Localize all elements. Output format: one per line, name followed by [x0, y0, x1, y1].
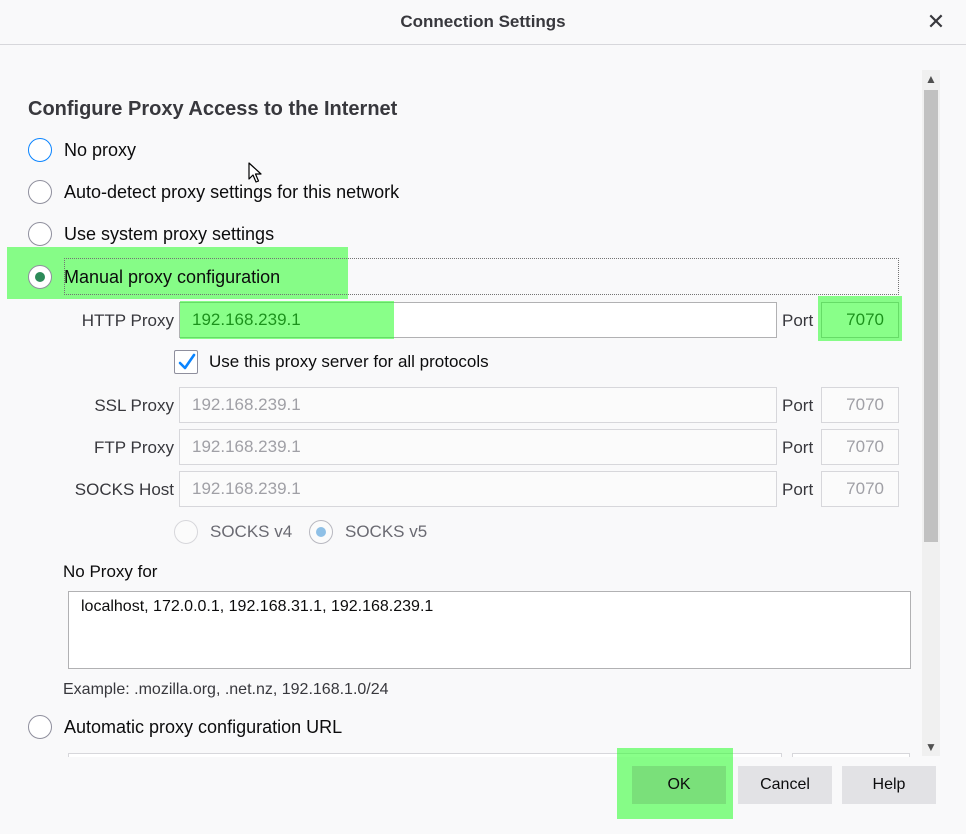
radio-label: SOCKS v5 [345, 522, 428, 541]
no-proxy-textarea[interactable]: localhost, 172.0.0.1, 192.168.31.1, 192.… [68, 591, 911, 669]
radio-button[interactable] [28, 138, 52, 162]
ok-button[interactable]: OK [632, 766, 726, 804]
radio-socks-v5[interactable]: SOCKS v5 [309, 518, 427, 546]
radio-auto-config-url[interactable]: Automatic proxy configuration URL [28, 713, 342, 741]
socks-host-label: SOCKS Host [74, 480, 174, 499]
http-proxy-input[interactable]: 192.168.239.1 [179, 302, 777, 338]
ssl-proxy-input[interactable]: 192.168.239.1 [179, 387, 777, 423]
section-heading: Configure Proxy Access to the Internet [28, 98, 398, 120]
ssl-proxy-value: 192.168.239.1 [192, 395, 301, 414]
radio-button[interactable] [28, 265, 52, 289]
ftp-proxy-label: FTP Proxy [94, 438, 174, 457]
use-all-protocols-checkbox[interactable] [174, 350, 198, 374]
radio-label: Auto-detect proxy settings for this netw… [64, 181, 400, 202]
reload-button-edge[interactable] [792, 753, 910, 757]
ftp-port-input[interactable]: 7070 [821, 429, 899, 465]
radio-auto-detect[interactable]: Auto-detect proxy settings for this netw… [28, 178, 399, 206]
ftp-port-label: Port [782, 438, 814, 457]
radio-button[interactable] [28, 222, 52, 246]
use-all-protocols-label: Use this proxy server for all protocols [209, 352, 489, 371]
radio-manual-proxy[interactable]: Manual proxy configuration [28, 263, 280, 291]
http-proxy-value: 192.168.239.1 [192, 310, 301, 329]
scroll-down-icon[interactable]: ▼ [922, 738, 940, 756]
http-port-value: 7070 [846, 310, 884, 329]
radio-button[interactable] [28, 180, 52, 204]
close-icon[interactable]: ✕ [924, 10, 948, 34]
help-button[interactable]: Help [842, 766, 936, 804]
radio-label: SOCKS v4 [210, 522, 293, 541]
socks-port-input[interactable]: 7070 [821, 471, 899, 507]
radio-button[interactable] [174, 520, 198, 544]
title-bar: Connection Settings ✕ [0, 0, 966, 45]
dialog-title: Connection Settings [400, 12, 566, 31]
no-proxy-value: localhost, 172.0.0.1, 192.168.31.1, 192.… [81, 598, 434, 615]
radio-button[interactable] [309, 520, 333, 544]
ftp-port-value: 7070 [846, 437, 884, 456]
http-port-label: Port [782, 311, 814, 330]
scrollbar[interactable]: ▲ ▼ [922, 70, 940, 756]
no-proxy-example: Example: .mozilla.org, .net.nz, 192.168.… [63, 681, 389, 698]
radio-label: Automatic proxy configuration URL [64, 716, 343, 737]
ssl-port-value: 7070 [846, 395, 884, 414]
ssl-port-input[interactable]: 7070 [821, 387, 899, 423]
http-proxy-label: HTTP Proxy [81, 311, 174, 330]
ssl-proxy-label: SSL Proxy [94, 396, 174, 415]
socks-port-label: Port [782, 480, 814, 499]
mouse-pointer-icon [248, 162, 262, 183]
no-proxy-label: No Proxy for [63, 562, 158, 581]
ftp-proxy-value: 192.168.239.1 [192, 437, 301, 456]
scroll-up-icon[interactable]: ▲ [922, 70, 940, 88]
connection-settings-dialog: Connection Settings ✕ Configure Proxy Ac… [0, 0, 966, 834]
socks-port-value: 7070 [846, 479, 884, 498]
radio-no-proxy[interactable]: No proxy [28, 136, 136, 164]
socks-host-input[interactable]: 192.168.239.1 [179, 471, 777, 507]
radio-socks-v4[interactable]: SOCKS v4 [174, 518, 292, 546]
http-port-input[interactable]: 7070 [821, 302, 899, 338]
auto-config-url-input[interactable] [68, 753, 782, 757]
radio-label: Use system proxy settings [64, 223, 275, 244]
checkmark-icon [178, 353, 196, 370]
scrollbar-thumb[interactable] [924, 90, 938, 542]
ssl-port-label: Port [782, 396, 814, 415]
radio-label: No proxy [64, 139, 137, 160]
socks-host-value: 192.168.239.1 [192, 479, 301, 498]
radio-system-proxy[interactable]: Use system proxy settings [28, 220, 274, 248]
radio-button[interactable] [28, 715, 52, 739]
cancel-button[interactable]: Cancel [738, 766, 832, 804]
ftp-proxy-input[interactable]: 192.168.239.1 [179, 429, 777, 465]
radio-label: Manual proxy configuration [64, 266, 281, 287]
